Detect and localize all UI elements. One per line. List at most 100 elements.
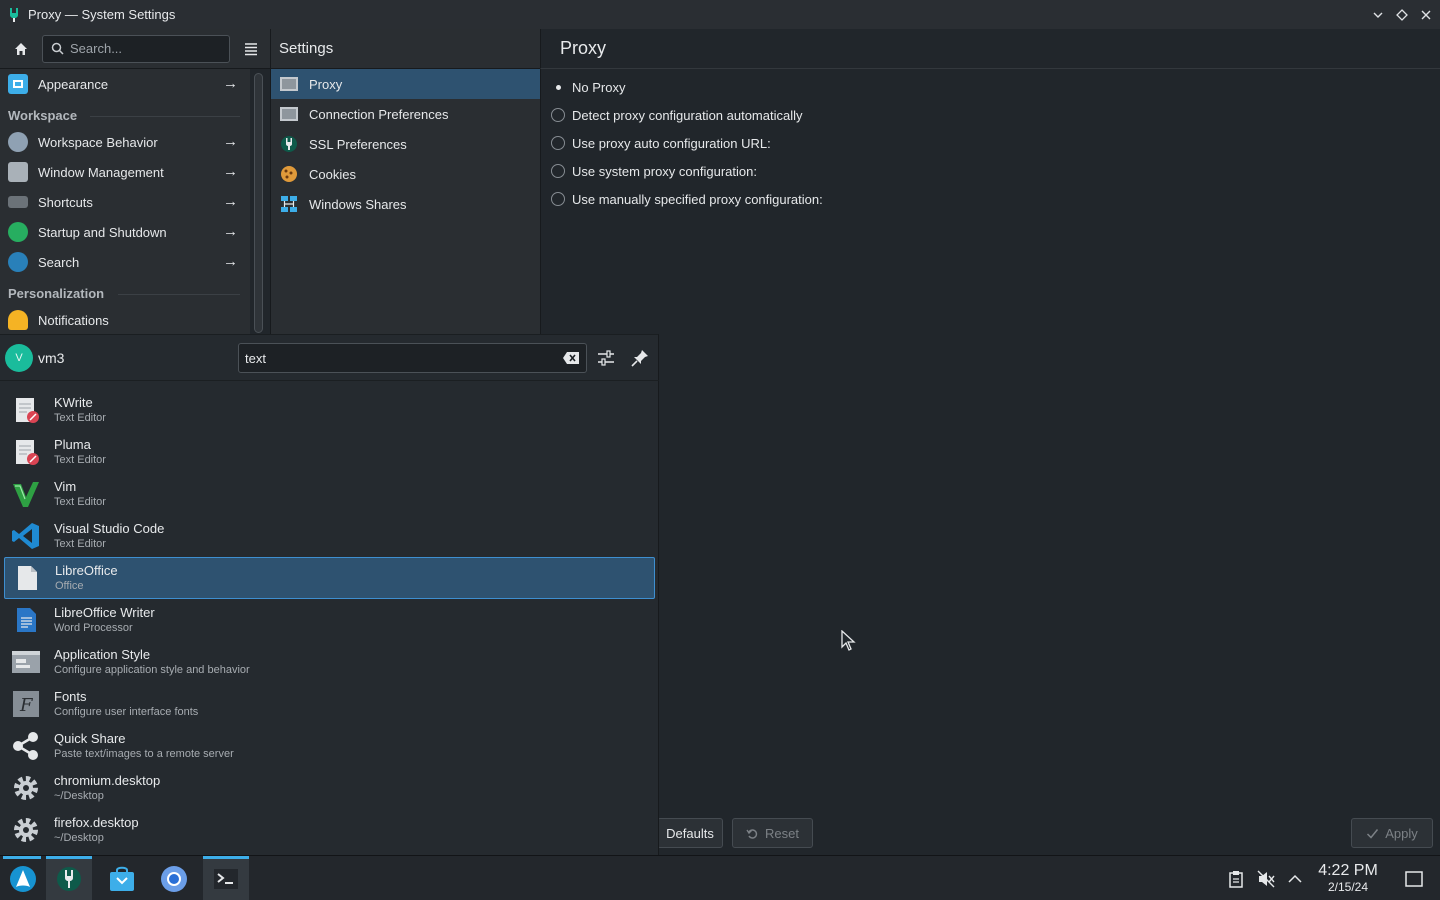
appearance-icon — [8, 74, 28, 94]
arrow-right-icon: → — [223, 193, 238, 210]
apply-button[interactable]: Apply — [1351, 818, 1433, 848]
sidebar-item-workspace-behavior[interactable]: Workspace Behavior → — [0, 127, 250, 157]
subcategory-item-connection-preferences[interactable]: Connection Preferences — [271, 99, 540, 129]
menu-button[interactable] — [240, 38, 262, 60]
list-item[interactable]: Quick Share Paste text/images to a remote… — [4, 725, 655, 767]
result-description: Configure user interface fonts — [54, 705, 199, 718]
reset-button[interactable]: Reset — [732, 818, 813, 848]
apply-label: Apply — [1385, 825, 1418, 841]
tray-clipboard[interactable] — [1226, 856, 1246, 900]
sidebar: Appearance → Workspace Workspace Behavio… — [0, 69, 250, 334]
result-name: Visual Studio Code — [54, 520, 165, 536]
settings-search-input[interactable]: Search... — [42, 34, 230, 63]
subcategory-item-ssl-preferences[interactable]: SSL Preferences — [271, 129, 540, 159]
proxy-icon — [279, 74, 299, 94]
avatar[interactable]: V — [5, 344, 33, 372]
search-placeholder: Search... — [70, 41, 123, 56]
settings-column-title: Settings — [270, 29, 540, 69]
clock-time: 4:22 PM — [1318, 862, 1378, 879]
subcategory-label: SSL Preferences — [309, 136, 407, 152]
task-discover[interactable] — [99, 856, 145, 900]
tray-volume[interactable] — [1256, 856, 1276, 900]
list-item[interactable]: firefox.desktop ~/Desktop — [4, 809, 655, 851]
pin-icon[interactable] — [629, 347, 651, 369]
list-item-selected[interactable]: LibreOffice Office — [4, 557, 655, 599]
radio-manual-proxy[interactable]: Use manually specified proxy configurati… — [541, 185, 1440, 213]
sidebar-scrollbar[interactable] — [254, 73, 263, 333]
radio-auto-config-url[interactable]: Use proxy auto configuration URL: — [541, 129, 1440, 157]
diamond-icon — [1396, 8, 1408, 21]
tray-expand[interactable] — [1285, 856, 1305, 900]
volume-muted-icon — [1257, 870, 1275, 887]
defaults-button[interactable]: Defaults — [657, 818, 723, 848]
title-bar: Proxy — System Settings — [0, 0, 1440, 29]
terminal-icon — [214, 868, 238, 889]
application-launcher: V vm3 text KWrite Text Editor Pluma Text E… — [0, 334, 659, 855]
application-launcher-button[interactable] — [0, 856, 46, 900]
result-name: Fonts — [54, 688, 87, 704]
search-results-list: KWrite Text Editor Pluma Text Editor Vim Te… — [4, 389, 655, 851]
subcategory-item-windows-shares[interactable]: Windows Shares — [271, 189, 540, 219]
sidebar-item-notifications[interactable]: Notifications — [0, 305, 250, 334]
sidebar-item-appearance[interactable]: Appearance → — [0, 69, 250, 99]
result-description: ~/Desktop — [54, 789, 104, 802]
proxy-settings-panel: No Proxy Detect proxy configuration auto… — [540, 69, 1440, 855]
page-title: Proxy — [540, 29, 1440, 69]
clear-text-icon[interactable] — [562, 351, 580, 365]
keyboard-icon — [8, 196, 28, 208]
launcher-search-input[interactable]: text — [238, 343, 587, 373]
task-system-settings[interactable] — [46, 856, 92, 900]
fonts-icon: F — [10, 688, 42, 720]
radio-button[interactable] — [551, 192, 565, 206]
list-item[interactable]: Pluma Text Editor — [4, 431, 655, 473]
subcategory-item-cookies[interactable]: Cookies — [271, 159, 540, 189]
sidebar-item-window-management[interactable]: Window Management → — [0, 157, 250, 187]
clock-date: 2/15/24 — [1327, 880, 1369, 894]
home-button[interactable] — [10, 38, 32, 60]
list-item[interactable]: Application Style Configure application s… — [4, 641, 655, 683]
sidebar-item-label: Appearance — [38, 76, 109, 92]
radio-detect-automatically[interactable]: Detect proxy configuration automatically — [541, 101, 1440, 129]
subcategory-label: Cookies — [309, 166, 356, 182]
sidebar-item-search[interactable]: Search → — [0, 247, 250, 277]
radio-no-proxy[interactable]: No Proxy — [541, 73, 1440, 101]
sidebar-item-label: Window Management — [38, 164, 164, 180]
sidebar-item-shortcuts[interactable]: Shortcuts → — [0, 187, 250, 217]
network-share-icon — [279, 194, 299, 214]
search-icon — [8, 252, 28, 272]
chromium-icon — [161, 865, 187, 892]
mouse-cursor-icon — [841, 630, 856, 651]
maximize-button[interactable] — [1394, 7, 1410, 23]
settings-subcategory-list: Proxy Connection Preferences SSL Prefere… — [270, 69, 540, 334]
result-name: Quick Share — [54, 730, 126, 746]
show-desktop-button[interactable] — [1402, 856, 1426, 900]
result-description: ~/Desktop — [54, 831, 104, 844]
arrow-right-icon: → — [223, 253, 238, 270]
task-terminal[interactable] — [203, 856, 249, 900]
close-button[interactable] — [1418, 7, 1434, 23]
list-item[interactable]: Vim Text Editor — [4, 473, 655, 515]
list-item[interactable]: LibreOffice Writer Word Processor — [4, 599, 655, 641]
radio-button[interactable] — [551, 164, 565, 178]
radio-button-checked[interactable] — [551, 80, 565, 94]
result-description: Office — [55, 579, 84, 592]
radio-system-proxy[interactable]: Use system proxy configuration: — [541, 157, 1440, 185]
subcategory-item-proxy[interactable]: Proxy — [271, 69, 540, 99]
task-chromium[interactable] — [151, 856, 197, 900]
radio-button[interactable] — [551, 108, 565, 122]
clock[interactable]: 4:22 PM 2/15/24 — [1310, 862, 1386, 894]
bell-icon — [8, 310, 28, 330]
list-item[interactable]: Visual Studio Code Text Editor — [4, 515, 655, 557]
list-item[interactable]: F Fonts Configure user interface fonts — [4, 683, 655, 725]
list-item[interactable]: KWrite Text Editor — [4, 389, 655, 431]
radio-button[interactable] — [551, 136, 565, 150]
configure-icon[interactable] — [595, 347, 617, 369]
sidebar-item-startup-shutdown[interactable]: Startup and Shutdown → — [0, 217, 250, 247]
taskbar: 4:22 PM 2/15/24 — [0, 855, 1440, 900]
svg-text:F: F — [19, 695, 34, 716]
minimize-button[interactable] — [1370, 7, 1386, 23]
result-description: Text Editor — [54, 495, 106, 508]
home-icon — [15, 42, 27, 55]
list-item[interactable]: chromium.desktop ~/Desktop — [4, 767, 655, 809]
reset-label: Reset — [765, 825, 799, 841]
